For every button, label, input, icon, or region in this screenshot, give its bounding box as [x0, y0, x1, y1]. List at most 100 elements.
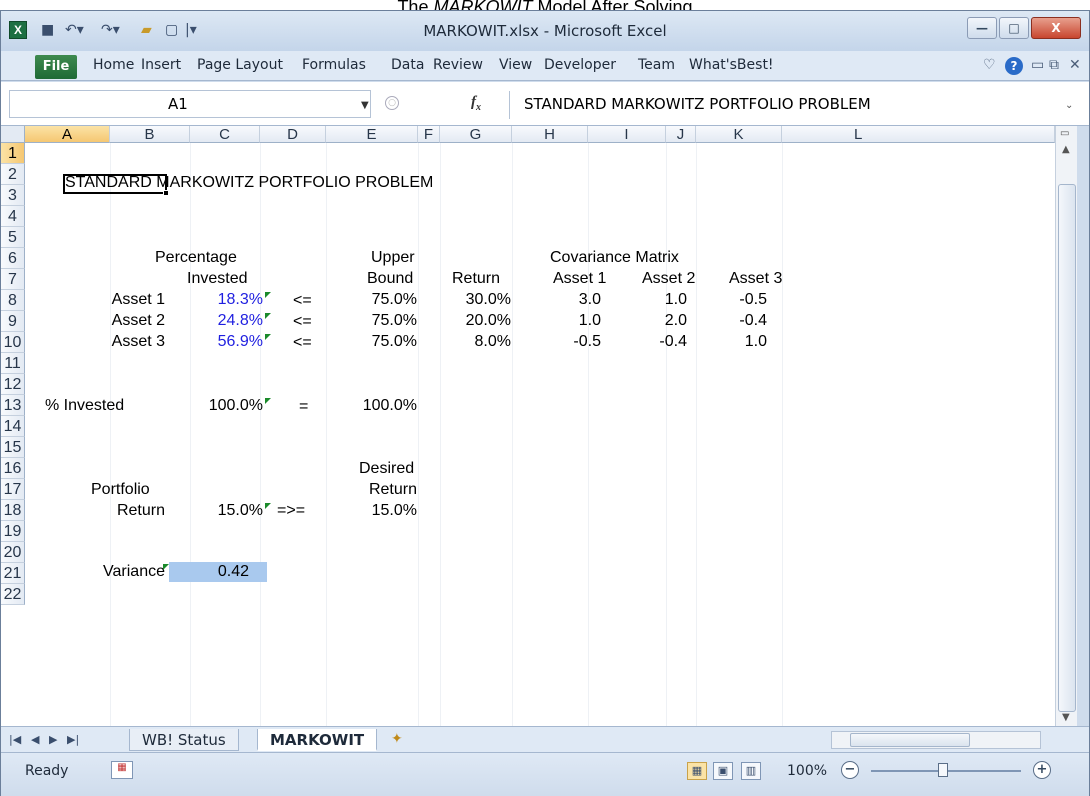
row-header-19[interactable]: 19	[1, 521, 25, 542]
zoom-out-icon[interactable]: −	[841, 761, 859, 779]
zoom-in-icon[interactable]: +	[1033, 761, 1051, 779]
cell-a8[interactable]: Asset 3	[65, 332, 165, 352]
close-button[interactable]: X	[1031, 17, 1081, 39]
help-icon[interactable]: ?	[1005, 57, 1023, 75]
cell-a7[interactable]: Asset 2	[65, 311, 165, 331]
row-header-5[interactable]: 5	[1, 227, 25, 248]
name-box-dropdown-icon[interactable]: ▼	[361, 100, 369, 111]
cell-d6[interactable]: 75.0%	[325, 290, 417, 310]
doc-restore-icon[interactable]: ⧉	[1049, 57, 1059, 73]
row-header-16[interactable]: 16	[1, 458, 25, 479]
doc-close-icon[interactable]: ✕	[1069, 57, 1081, 73]
row-header-4[interactable]: 4	[1, 206, 25, 227]
column-header-b[interactable]: B	[110, 126, 190, 143]
tab-page-layout[interactable]: Page Layout	[197, 57, 283, 73]
tab-data[interactable]: Data	[391, 57, 424, 73]
row-header-17[interactable]: 17	[1, 479, 25, 500]
cell-b4[interactable]: Percentage	[155, 248, 237, 268]
cell-e7[interactable]: 20.0%	[421, 311, 511, 331]
horizontal-scrollbar[interactable]	[831, 731, 1041, 749]
cell-a6[interactable]: Asset 1	[65, 290, 165, 310]
column-header-k[interactable]: K	[696, 126, 782, 143]
first-sheet-icon[interactable]: |◀	[9, 733, 21, 746]
cell-d15[interactable]: 15.0%	[325, 501, 417, 521]
cell-b6[interactable]: 18.3%	[169, 290, 263, 310]
row-header-15[interactable]: 15	[1, 437, 25, 458]
expand-formula-bar-icon[interactable]: ⌄	[1065, 100, 1073, 111]
row-header-2[interactable]: 2	[1, 164, 25, 185]
cell-h8[interactable]: -0.4	[621, 332, 687, 352]
row-header-14[interactable]: 14	[1, 416, 25, 437]
split-box-icon[interactable]: ▭	[1060, 128, 1069, 139]
cell-d7[interactable]: 75.0%	[325, 311, 417, 331]
tab-team[interactable]: Team	[638, 57, 675, 73]
row-header-1[interactable]: 1	[1, 143, 25, 164]
row-header-7[interactable]: 7	[1, 269, 25, 290]
sheet-tab-markowit[interactable]: MARKOWIT	[257, 729, 378, 751]
cell-d5[interactable]: Bound	[367, 269, 413, 289]
cell-c10[interactable]: =	[299, 397, 308, 417]
cell-c8[interactable]: <=	[293, 333, 312, 353]
cell-d4[interactable]: Upper	[371, 248, 415, 268]
cell-g5[interactable]: Asset 1	[553, 269, 606, 289]
cell-a10[interactable]: % Invested	[45, 396, 124, 416]
cell-c6[interactable]: <=	[293, 291, 312, 311]
cell-i5[interactable]: Asset 3	[729, 269, 782, 289]
row-header-11[interactable]: 11	[1, 353, 25, 374]
vertical-scrollbar[interactable]: ▭ ▲ ▼	[1055, 126, 1077, 726]
row-header-8[interactable]: 8	[1, 290, 25, 311]
cell-i7[interactable]: -0.4	[701, 311, 767, 331]
cell-g8[interactable]: -0.5	[531, 332, 601, 352]
row-header-12[interactable]: 12	[1, 374, 25, 395]
column-header-l[interactable]: L	[782, 126, 1055, 143]
normal-view-icon[interactable]: ▦	[687, 762, 707, 780]
row-header-21[interactable]: 21	[1, 563, 25, 584]
macro-record-icon[interactable]: ▦	[111, 761, 133, 779]
insert-sheet-icon[interactable]: ✦	[391, 731, 403, 747]
column-header-h[interactable]: H	[512, 126, 588, 143]
sheet-tab-wb-status[interactable]: WB! Status	[129, 729, 239, 751]
vertical-scroll-thumb[interactable]	[1058, 184, 1076, 712]
minimize-button[interactable]: —	[967, 17, 997, 39]
cell-h5[interactable]: Asset 2	[642, 269, 695, 289]
formula-input[interactable]: STANDARD MARKOWITZ PORTFOLIO PROBLEM	[509, 91, 1057, 119]
row-header-6[interactable]: 6	[1, 248, 25, 269]
cell-g7[interactable]: 1.0	[531, 311, 601, 331]
tab-home[interactable]: Home	[93, 57, 134, 73]
row-header-9[interactable]: 9	[1, 311, 25, 332]
tab-review[interactable]: Review	[433, 57, 483, 73]
doc-minimize-icon[interactable]: ▭	[1031, 57, 1044, 73]
cell-a14[interactable]: Portfolio	[91, 480, 150, 500]
row-header-20[interactable]: 20	[1, 542, 25, 563]
worksheet-grid[interactable]: A B C D E F G H I J K L 1 2 3 4 5 6 7 8 9 10 11 12 1…	[1, 126, 1055, 726]
cell-a16[interactable]: Variance	[65, 562, 165, 582]
cell-b15[interactable]: 15.0%	[169, 501, 263, 521]
column-header-g[interactable]: G	[440, 126, 512, 143]
ribbon-minimize-icon[interactable]: ♡	[983, 57, 996, 73]
cell-b8[interactable]: 56.9%	[169, 332, 263, 352]
last-sheet-icon[interactable]: ▶|	[67, 733, 79, 746]
row-header-3[interactable]: 3	[1, 185, 25, 206]
horizontal-scroll-thumb[interactable]	[850, 733, 970, 747]
page-layout-view-icon[interactable]: ▣	[713, 762, 733, 780]
name-box[interactable]: A1	[9, 90, 371, 118]
scroll-down-icon[interactable]: ▼	[1062, 712, 1070, 723]
tab-developer[interactable]: Developer	[544, 57, 616, 73]
zoom-slider-thumb[interactable]	[938, 763, 948, 777]
cell-b16[interactable]: 0.42	[169, 562, 249, 582]
column-header-e[interactable]: E	[326, 126, 418, 143]
cell-i6[interactable]: -0.5	[701, 290, 767, 310]
cell-a15[interactable]: Return	[65, 501, 165, 521]
cell-h7[interactable]: 2.0	[621, 311, 687, 331]
row-header-18[interactable]: 18	[1, 500, 25, 521]
cell-i8[interactable]: 1.0	[701, 332, 767, 352]
cell-d13[interactable]: Desired	[359, 459, 414, 479]
cell-b7[interactable]: 24.8%	[169, 311, 263, 331]
tab-insert[interactable]: Insert	[141, 57, 181, 73]
insert-function-icon[interactable]: fx	[471, 94, 481, 113]
cell-c7[interactable]: <=	[293, 312, 312, 332]
scroll-up-icon[interactable]: ▲	[1062, 144, 1070, 155]
cell-d8[interactable]: 75.0%	[325, 332, 417, 352]
row-header-22[interactable]: 22	[1, 584, 25, 605]
cell-d10[interactable]: 100.0%	[325, 396, 417, 416]
